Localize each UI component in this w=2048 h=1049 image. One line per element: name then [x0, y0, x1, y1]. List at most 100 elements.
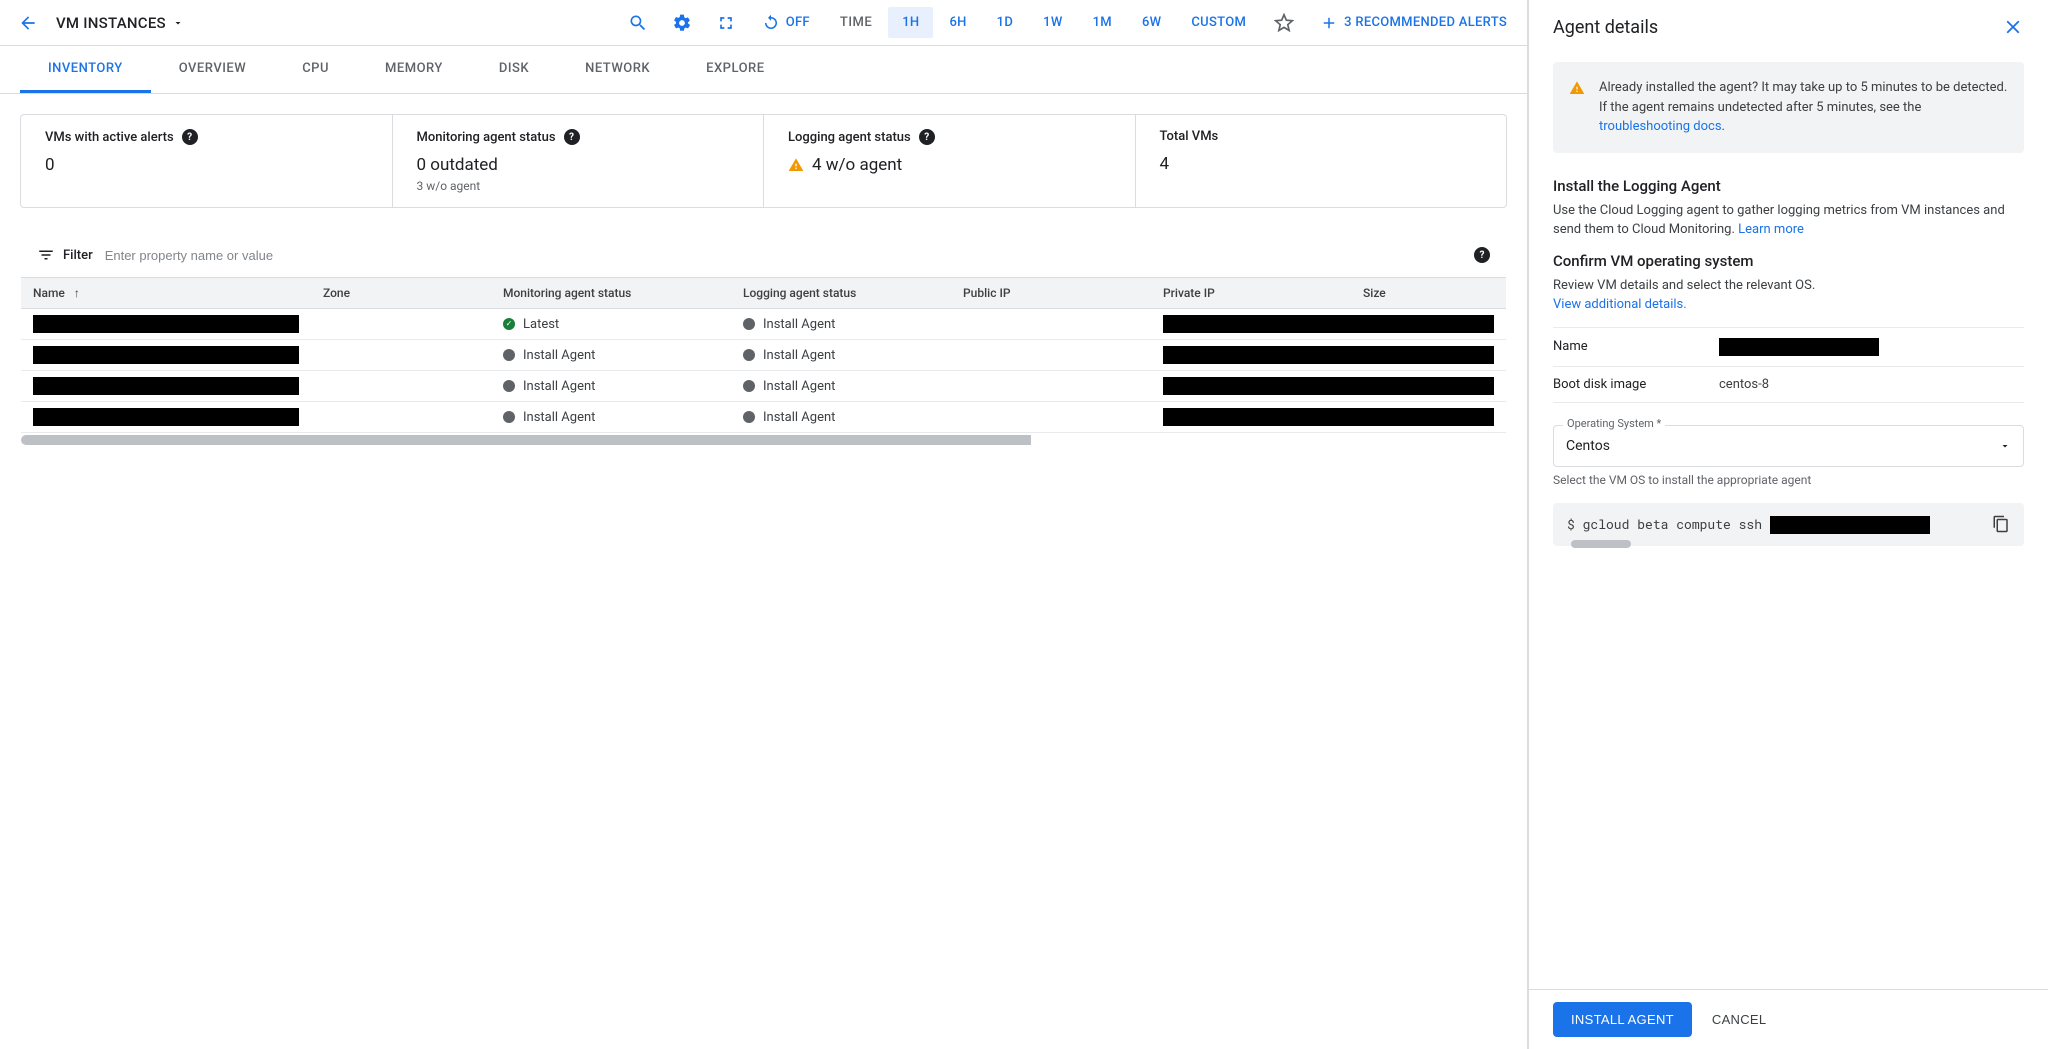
card-active-alerts: VMs with active alerts ? 0	[21, 115, 393, 207]
os-field: Operating System * Centos Select the VM …	[1553, 425, 2024, 487]
cell-zone	[311, 402, 491, 433]
topbar: VM INSTANCES OFF TIME 1H 6H 1D	[0, 0, 1527, 46]
col-private-ip[interactable]: Private IP	[1151, 278, 1351, 309]
filter-input[interactable]	[105, 248, 1462, 263]
content: VMs with active alerts ? 0 Monitoring ag…	[0, 94, 1527, 1049]
cell-public-ip	[951, 402, 1151, 433]
monitoring-status[interactable]: Install Agent	[523, 410, 595, 425]
col-zone[interactable]: Zone	[311, 278, 491, 309]
card-total-value: 4	[1160, 154, 1170, 174]
vm-name-redacted	[33, 315, 299, 333]
monitoring-status[interactable]: Install Agent	[523, 379, 595, 394]
cancel-button[interactable]: CANCEL	[1712, 1012, 1767, 1027]
card-monitoring-sub: 3 w/o agent	[417, 179, 740, 193]
time-opt-6h[interactable]: 6H	[935, 7, 980, 38]
col-logging[interactable]: Logging agent status	[731, 278, 951, 309]
info-text-post: .	[1722, 119, 1725, 134]
check-circle-icon	[503, 318, 515, 330]
tab-disk[interactable]: DISK	[471, 46, 557, 93]
cell-public-ip	[951, 340, 1151, 371]
status-dot-icon	[743, 411, 755, 423]
warning-icon	[788, 157, 804, 173]
recommended-alerts-button[interactable]: 3 RECOMMENDED ALERTS	[1308, 14, 1519, 32]
time-opt-1m[interactable]: 1M	[1079, 7, 1126, 38]
tab-inventory[interactable]: INVENTORY	[20, 46, 151, 93]
search-icon	[628, 13, 648, 33]
summary-row: VMs with active alerts ? 0 Monitoring ag…	[20, 114, 1507, 208]
horizontal-scrollbar[interactable]	[21, 435, 1506, 445]
time-opt-6w[interactable]: 6W	[1128, 7, 1175, 38]
tab-memory[interactable]: MEMORY	[357, 46, 471, 93]
card-monitoring: Monitoring agent status ? 0 outdated 3 w…	[393, 115, 765, 207]
favorite-button[interactable]	[1264, 3, 1304, 43]
card-total: Total VMs 4	[1136, 115, 1507, 207]
info-text-pre: Already installed the agent? It may take…	[1599, 80, 2007, 115]
card-active-alerts-value: 0	[45, 155, 55, 175]
status-dot-icon	[743, 380, 755, 392]
install-heading: Install the Logging Agent	[1553, 177, 2024, 195]
troubleshooting-link[interactable]: troubleshooting docs	[1599, 119, 1722, 134]
time-opt-1h[interactable]: 1H	[888, 7, 933, 38]
gear-icon	[672, 13, 692, 33]
info-box: Already installed the agent? It may take…	[1553, 62, 2024, 153]
settings-button[interactable]	[662, 3, 702, 43]
tab-explore[interactable]: EXPLORE	[678, 46, 792, 93]
star-icon	[1274, 13, 1294, 33]
col-monitoring[interactable]: Monitoring agent status	[491, 278, 731, 309]
help-icon[interactable]: ?	[1474, 247, 1490, 263]
tab-cpu[interactable]: CPU	[274, 46, 357, 93]
tab-overview[interactable]: OVERVIEW	[151, 46, 274, 93]
horizontal-scrollbar[interactable]	[1571, 540, 1631, 548]
os-help: Select the VM OS to install the appropri…	[1553, 473, 2024, 487]
help-icon[interactable]: ?	[919, 129, 935, 145]
cell-zone	[311, 309, 491, 340]
time-opt-1d[interactable]: 1D	[983, 7, 1027, 38]
cell-public-ip	[951, 309, 1151, 340]
col-public-ip[interactable]: Public IP	[951, 278, 1151, 309]
copy-icon	[1992, 515, 2010, 533]
command-text: $ gcloud beta compute ssh	[1567, 515, 1770, 533]
search-button[interactable]	[618, 3, 658, 43]
logging-status[interactable]: Install Agent	[763, 317, 835, 332]
help-icon[interactable]: ?	[564, 129, 580, 145]
col-size[interactable]: Size	[1351, 278, 1506, 309]
table-row[interactable]: Latest Install Agent	[21, 309, 1506, 340]
back-button[interactable]	[8, 3, 48, 43]
table-row[interactable]: Install Agent Install Agent	[21, 340, 1506, 371]
logging-status[interactable]: Install Agent	[763, 410, 835, 425]
monitoring-status[interactable]: Latest	[523, 317, 559, 332]
card-logging-value: 4 w/o agent	[812, 155, 902, 175]
help-icon[interactable]: ?	[182, 129, 198, 145]
logging-status[interactable]: Install Agent	[763, 348, 835, 363]
col-name[interactable]: Name ↑	[21, 278, 311, 309]
learn-more-link[interactable]: Learn more	[1738, 222, 1804, 237]
install-agent-button[interactable]: INSTALL AGENT	[1553, 1002, 1692, 1037]
page-title-dropdown[interactable]: VM INSTANCES	[52, 14, 196, 32]
confirm-body: Review VM details and select the relevan…	[1553, 278, 1815, 293]
auto-refresh-toggle[interactable]: OFF	[750, 14, 822, 32]
status-dot-icon	[503, 380, 515, 392]
kv-boot: Boot disk image centos-8	[1553, 366, 2024, 403]
card-logging: Logging agent status ? 4 w/o agent	[764, 115, 1136, 207]
sort-asc-icon: ↑	[74, 286, 80, 300]
fullscreen-button[interactable]	[706, 3, 746, 43]
copy-button[interactable]	[1992, 515, 2010, 533]
status-dot-icon	[503, 411, 515, 423]
monitoring-status[interactable]: Install Agent	[523, 348, 595, 363]
time-opt-custom[interactable]: CUSTOM	[1177, 7, 1260, 38]
os-select[interactable]: Centos	[1553, 425, 2024, 467]
view-details-link[interactable]: View additional details.	[1553, 297, 1687, 312]
fullscreen-icon	[716, 13, 736, 33]
time-opt-1w[interactable]: 1W	[1029, 7, 1076, 38]
logging-status[interactable]: Install Agent	[763, 379, 835, 394]
refresh-icon	[762, 14, 780, 32]
table-row[interactable]: Install Agent Install Agent	[21, 371, 1506, 402]
card-monitoring-value: 0 outdated	[417, 155, 498, 175]
kv-name-label: Name	[1553, 339, 1703, 354]
cell-public-ip	[951, 371, 1151, 402]
table-row[interactable]: Install Agent Install Agent	[21, 402, 1506, 433]
ip-redacted	[1163, 408, 1494, 426]
card-total-title: Total VMs	[1160, 129, 1219, 144]
close-button[interactable]	[2002, 16, 2024, 38]
tab-network[interactable]: NETWORK	[557, 46, 678, 93]
